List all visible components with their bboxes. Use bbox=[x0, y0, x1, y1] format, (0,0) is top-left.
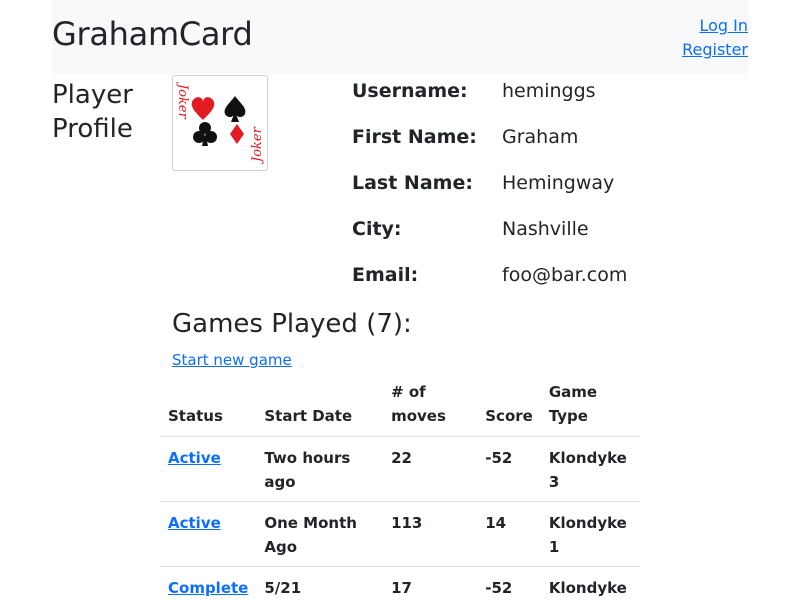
table-row: Complete 5/21 17 -52 Klondyke bbox=[160, 566, 640, 600]
header-moves-line2: moves bbox=[391, 407, 446, 425]
games-table: Status Start Date # of moves Score Game … bbox=[160, 378, 640, 600]
navbar: GrahamCard Log In Register bbox=[52, 0, 748, 74]
avatar: Joker Joker bbox=[172, 75, 268, 171]
score-cell: 14 bbox=[477, 501, 541, 567]
club-icon bbox=[193, 122, 217, 146]
status-cell: Complete bbox=[160, 566, 257, 600]
city-label: City: bbox=[352, 218, 402, 240]
card-corner-text-bottom: Joker bbox=[250, 126, 265, 165]
start-date-cell: One Month Ago bbox=[256, 501, 384, 567]
first-name-label: First Name: bbox=[352, 126, 477, 148]
status-cell: Active bbox=[160, 436, 257, 502]
moves-cell: 17 bbox=[383, 566, 478, 600]
email-label: Email: bbox=[352, 264, 419, 286]
score-cell: -52 bbox=[477, 436, 541, 502]
score-cell: -52 bbox=[477, 566, 541, 600]
brand-title[interactable]: GrahamCard bbox=[52, 14, 253, 54]
diamond-icon bbox=[230, 124, 244, 144]
page-title-line1: Player bbox=[52, 80, 133, 110]
start-date-cell: 5/21 bbox=[256, 566, 384, 600]
games-played-heading: Games Played (7): bbox=[172, 309, 412, 339]
first-name-value: Graham bbox=[502, 126, 579, 148]
header-moves: # of moves bbox=[383, 378, 478, 437]
heart-icon bbox=[191, 97, 215, 120]
city-row: City: Nashville bbox=[352, 212, 672, 246]
last-name-row: Last Name: Hemingway bbox=[352, 166, 672, 200]
game-type-line2: 3 bbox=[548, 473, 560, 491]
first-name-row: First Name: Graham bbox=[352, 120, 672, 154]
game-status-link[interactable]: Active bbox=[168, 449, 221, 467]
game-type-line1: Klondyke bbox=[548, 579, 627, 597]
city-value: Nashville bbox=[502, 218, 589, 240]
start-date-line2: Ago bbox=[264, 538, 297, 556]
game-type-line1: Klondyke bbox=[548, 514, 627, 532]
header-start-date: Start Date bbox=[256, 378, 384, 437]
game-type-line1: Klondyke bbox=[548, 449, 627, 467]
nav-links: Log In Register bbox=[682, 14, 748, 62]
page-title: Player Profile bbox=[52, 78, 133, 146]
table-row: Active Two hours ago 22 -52 Klondyke 3 bbox=[160, 436, 640, 502]
login-link[interactable]: Log In bbox=[682, 14, 748, 38]
joker-card-icon: Joker Joker bbox=[175, 81, 265, 165]
email-row: Email: foo@bar.com bbox=[352, 258, 672, 292]
table-row: Active One Month Ago 113 14 Klondyke 1 bbox=[160, 501, 640, 567]
username-label: Username: bbox=[352, 80, 468, 102]
game-status-link[interactable]: Complete bbox=[168, 579, 248, 597]
moves-cell: 113 bbox=[383, 501, 478, 567]
game-type-cell: Klondyke 3 bbox=[540, 436, 640, 502]
card-corner-text-top: Joker bbox=[175, 81, 190, 120]
game-status-link[interactable]: Active bbox=[168, 514, 221, 532]
start-date-cell: Two hours ago bbox=[256, 436, 384, 502]
header-moves-line1: # of bbox=[391, 383, 426, 401]
page-title-line2: Profile bbox=[52, 114, 133, 144]
game-type-line2: 1 bbox=[548, 538, 560, 556]
username-row: Username: heminggs bbox=[352, 74, 672, 108]
register-link[interactable]: Register bbox=[682, 38, 748, 62]
status-cell: Active bbox=[160, 501, 257, 567]
header-status: Status bbox=[160, 378, 257, 437]
last-name-value: Hemingway bbox=[502, 172, 615, 194]
start-new-game-link[interactable]: Start new game bbox=[172, 348, 292, 372]
header-game-type: Game Type bbox=[540, 378, 640, 437]
moves-cell: 22 bbox=[383, 436, 478, 502]
email-value: foo@bar.com bbox=[502, 264, 628, 286]
game-type-cell: Klondyke bbox=[540, 566, 640, 600]
spade-icon bbox=[224, 96, 246, 122]
game-type-cell: Klondyke 1 bbox=[540, 501, 640, 567]
header-score: Score bbox=[477, 378, 541, 437]
start-date-line1: One Month bbox=[264, 514, 357, 532]
table-header-row: Status Start Date # of moves Score Game … bbox=[160, 378, 640, 437]
last-name-label: Last Name: bbox=[352, 172, 473, 194]
username-value: heminggs bbox=[502, 80, 596, 102]
